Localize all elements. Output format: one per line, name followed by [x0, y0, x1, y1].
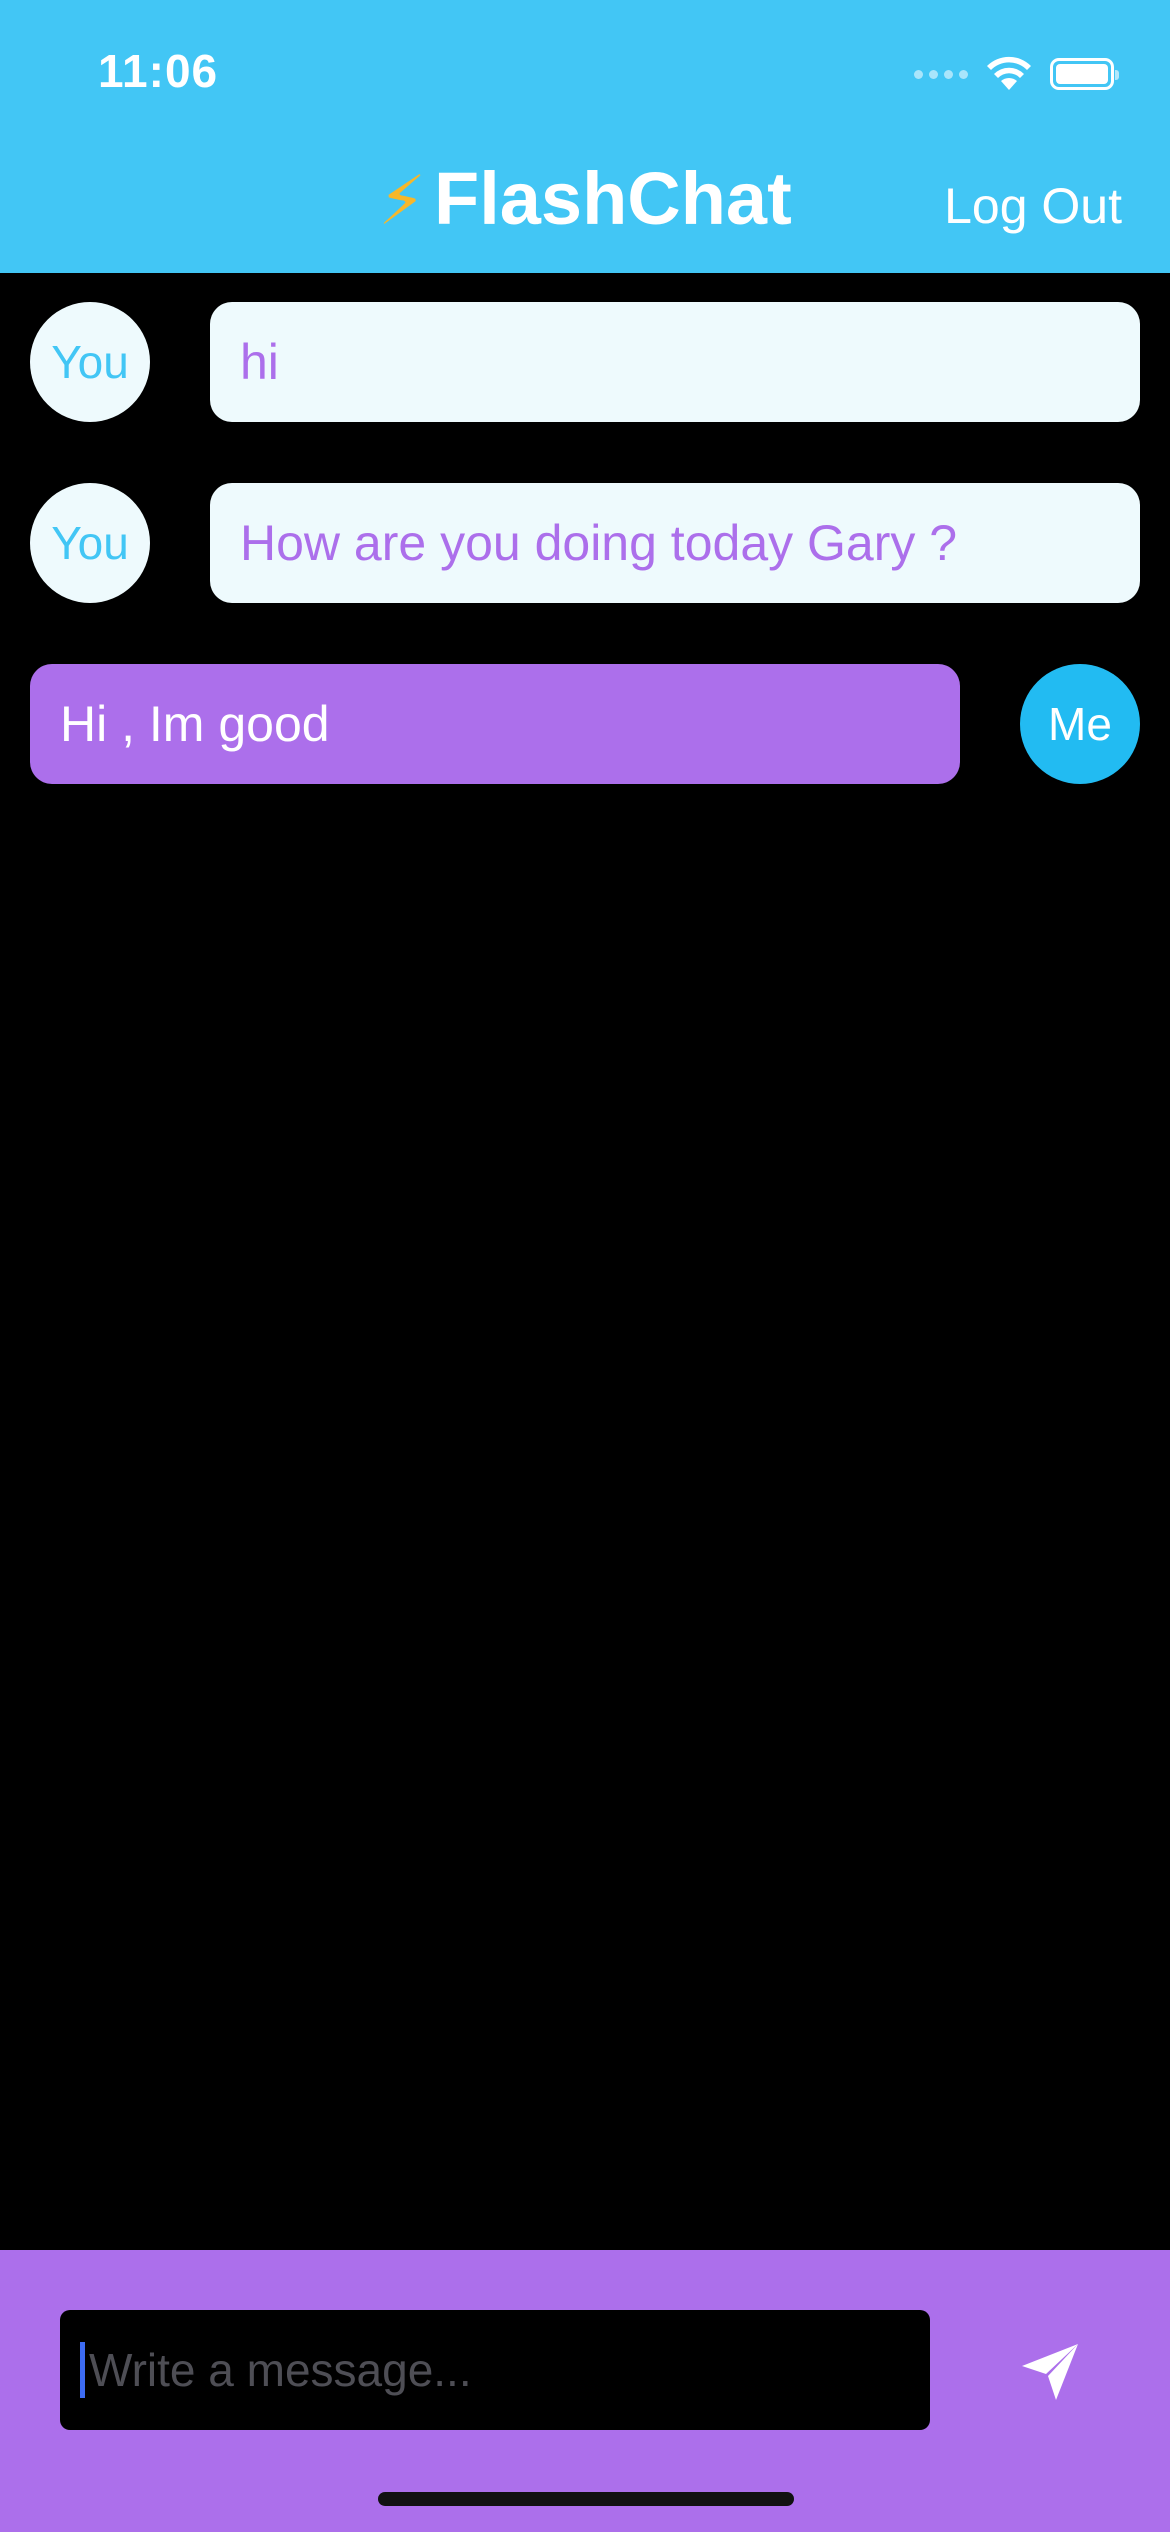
status-time: 11:06 — [98, 45, 219, 97]
message-bubble: How are you doing today Gary ? — [210, 483, 1140, 603]
message-input-box[interactable] — [60, 2310, 930, 2430]
battery-icon — [1050, 58, 1119, 90]
message-input[interactable] — [87, 2342, 871, 2398]
logout-button[interactable]: Log Out — [944, 176, 1122, 236]
send-button[interactable] — [1010, 2332, 1090, 2412]
avatar: You — [30, 483, 150, 603]
wifi-icon — [987, 56, 1031, 90]
message-row: You hi — [0, 302, 1170, 422]
status-icons — [914, 56, 1119, 92]
app-header: 11:06 ⚡ FlashChat Log Out — [0, 0, 1170, 273]
message-bubble: Hi , Im good — [30, 664, 960, 784]
cellular-icon — [914, 69, 968, 79]
lightning-bolt-icon: ⚡ — [378, 163, 427, 239]
avatar: Me — [1020, 664, 1140, 784]
text-cursor — [80, 2342, 85, 2398]
send-icon — [1022, 2344, 1078, 2400]
avatar: You — [30, 302, 150, 422]
home-indicator — [378, 2492, 794, 2506]
message-bubble: hi — [210, 302, 1140, 422]
message-row: Hi , Im good Me — [0, 664, 1170, 784]
app-title-text: FlashChat — [434, 157, 792, 240]
message-row: You How are you doing today Gary ? — [0, 483, 1170, 603]
message-composer — [0, 2250, 1170, 2532]
